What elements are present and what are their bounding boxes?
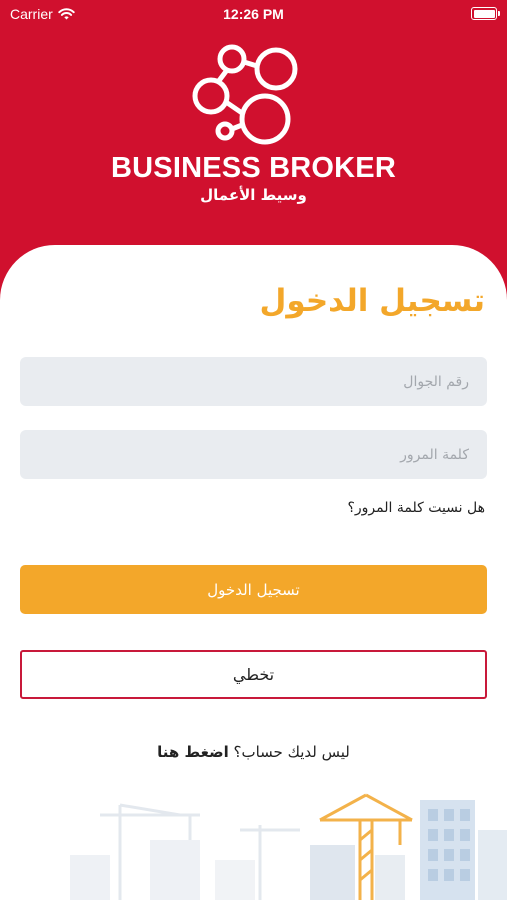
status-time: 12:26 PM <box>223 6 284 22</box>
signup-prompt: ليس لديك حساب؟ اضغط هنا <box>0 743 507 761</box>
no-account-text: ليس لديك حساب؟ <box>233 743 350 761</box>
status-bar: Carrier 12:26 PM <box>0 0 507 30</box>
brand-name-english: BUSINESS BROKER <box>111 152 396 184</box>
battery-icon <box>471 7 500 20</box>
signup-link[interactable]: اضغط هنا <box>157 743 229 761</box>
business-broker-logo <box>192 44 298 145</box>
forgot-password-link[interactable]: هل نسيت كلمة المرور؟ <box>347 500 485 516</box>
login-card: تسجيل الدخول هل نسيت كلمة المرور؟ تسجيل … <box>0 245 507 900</box>
city-skyline-illustration <box>70 793 507 900</box>
password-input[interactable] <box>20 430 487 479</box>
brand-name-arabic: وسيط الأعمال <box>200 186 307 204</box>
skip-button[interactable]: تخطي <box>20 650 487 699</box>
login-button[interactable]: تسجيل الدخول <box>20 565 487 614</box>
page-title: تسجيل الدخول <box>259 283 486 319</box>
phone-input[interactable] <box>20 357 487 406</box>
